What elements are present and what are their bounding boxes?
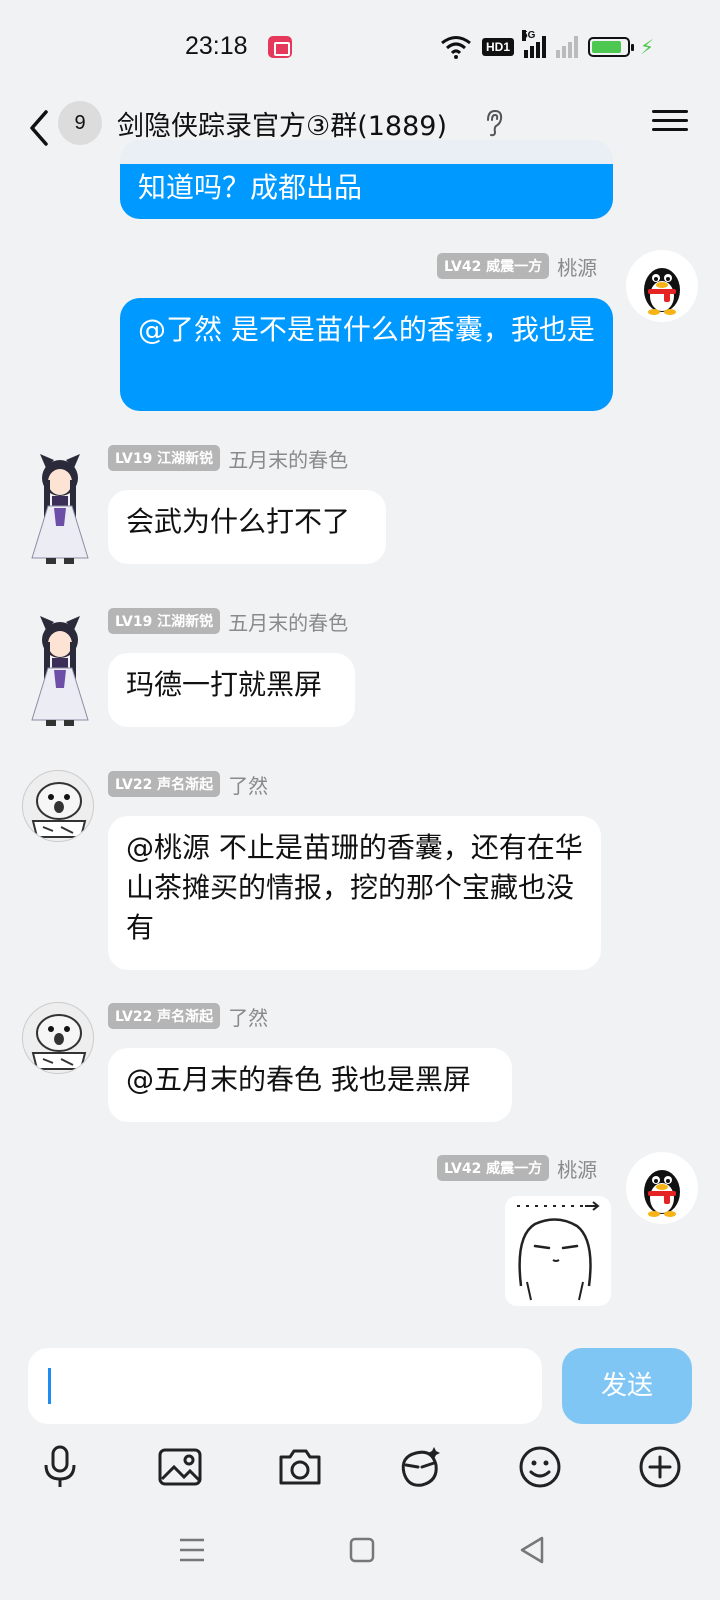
- signal-5g-icon: 5G: [522, 30, 547, 58]
- message-text: 玛德一打就黑屏: [126, 668, 323, 701]
- sender-meta: LV22 声名渐起 了然: [108, 1002, 268, 1030]
- message-text: 知道吗？成都出品: [138, 171, 363, 204]
- anime-girl-avatar: [31, 454, 89, 564]
- avatar[interactable]: [22, 1002, 94, 1074]
- back-icon[interactable]: [512, 1530, 552, 1570]
- sender-meta: LV19 江湖新锐 五月末的春色: [108, 444, 348, 472]
- send-button[interactable]: 发送: [562, 1348, 692, 1424]
- avatar[interactable]: [20, 608, 100, 736]
- input-area: 发送: [0, 1333, 720, 1508]
- screen-record-icon: [268, 36, 292, 58]
- charging-icon: ⚡: [640, 35, 655, 59]
- level-badge: LV19 江湖新锐: [108, 608, 221, 634]
- message-bubble[interactable]: @桃源 不止是苗珊的香囊，还有在华山茶摊买的情报，挖的那个宝藏也没有: [108, 816, 601, 970]
- status-bar: 23:18 HD1 5G ⚡: [0, 0, 720, 96]
- back-arrow-icon[interactable]: [22, 104, 54, 152]
- message-bubble[interactable]: 玛德一打就黑屏: [108, 653, 355, 727]
- sender-name[interactable]: 了然: [228, 770, 268, 799]
- message-text: @桃源 不止是苗珊的香囊，还有在华山茶摊买的情报，挖的那个宝藏也没有: [126, 831, 583, 944]
- chat-header: 9 剑隐侠踪录官方③群(1889): [0, 96, 720, 164]
- battery-fill: [592, 41, 621, 53]
- unread-count-badge[interactable]: 9: [58, 101, 102, 145]
- level-badge: LV42 威震一方: [437, 1155, 550, 1181]
- sender-name[interactable]: 了然: [228, 1002, 268, 1031]
- plus-icon[interactable]: [636, 1443, 684, 1491]
- qq-penguin-icon: [644, 1170, 680, 1217]
- anime-girl-avatar: [31, 616, 89, 726]
- smiley-face-sticker: [517, 1201, 600, 1301]
- ear-icon: [487, 109, 503, 137]
- sticker-message[interactable]: [505, 1196, 611, 1306]
- status-time: 23:18: [185, 32, 248, 60]
- message-text: @五月末的春色 我也是黑屏: [126, 1063, 471, 1096]
- sketch-cat-avatar: [31, 1014, 87, 1070]
- sender-meta: LV22 声名渐起 了然: [108, 770, 268, 798]
- sender-meta: LV19 江湖新锐 五月末的春色: [108, 607, 348, 635]
- wifi-icon: [441, 36, 471, 59]
- avatar[interactable]: [20, 446, 100, 574]
- chat-title[interactable]: 剑隐侠踪录官方③群(1889): [117, 104, 447, 143]
- avatar[interactable]: [626, 250, 698, 322]
- avatar[interactable]: [626, 1152, 698, 1224]
- image-icon[interactable]: [156, 1443, 204, 1491]
- emoji-icon[interactable]: [516, 1443, 564, 1491]
- message-text: @了然 是不是苗什么的香囊，我也是: [138, 313, 595, 346]
- level-badge: LV19 江湖新锐: [108, 445, 221, 471]
- hd-badge: HD1: [482, 38, 515, 56]
- sketch-cat-avatar: [31, 782, 87, 838]
- sender-name[interactable]: 桃源: [557, 252, 597, 281]
- text-caret: [48, 1368, 51, 1404]
- level-badge: LV42 威震一方: [437, 253, 550, 279]
- sender-meta: LV42 威震一方 桃源: [437, 1154, 597, 1182]
- sender-name[interactable]: 五月末的春色: [228, 444, 348, 473]
- avatar[interactable]: [22, 770, 94, 842]
- level-badge: LV22 声名渐起: [108, 771, 221, 797]
- message-bubble[interactable]: 会武为什么打不了: [108, 490, 386, 564]
- system-nav-bar: [0, 1508, 720, 1600]
- sender-meta: LV42 威震一方 桃源: [437, 252, 597, 280]
- sender-name[interactable]: 五月末的春色: [228, 607, 348, 636]
- message-input[interactable]: [28, 1348, 542, 1424]
- microphone-icon[interactable]: [36, 1443, 84, 1491]
- sender-name[interactable]: 桃源: [557, 1154, 597, 1183]
- status-icons: HD1 5G ⚡: [440, 30, 655, 62]
- camera-icon[interactable]: [276, 1443, 324, 1491]
- message-bubble[interactable]: @了然 是不是苗什么的香囊，我也是: [120, 298, 613, 411]
- group-menu-button[interactable]: [652, 104, 688, 140]
- red-packet-icon[interactable]: [396, 1443, 444, 1491]
- signal-secondary-icon: [556, 36, 579, 58]
- qq-penguin-icon: [644, 268, 680, 315]
- message-bubble[interactable]: @五月末的春色 我也是黑屏: [108, 1048, 512, 1122]
- message-text: 会武为什么打不了: [126, 505, 351, 538]
- menu-icon[interactable]: [172, 1530, 212, 1570]
- home-icon[interactable]: [342, 1530, 382, 1570]
- level-badge: LV22 声名渐起: [108, 1003, 221, 1029]
- battery-icon: [588, 37, 635, 57]
